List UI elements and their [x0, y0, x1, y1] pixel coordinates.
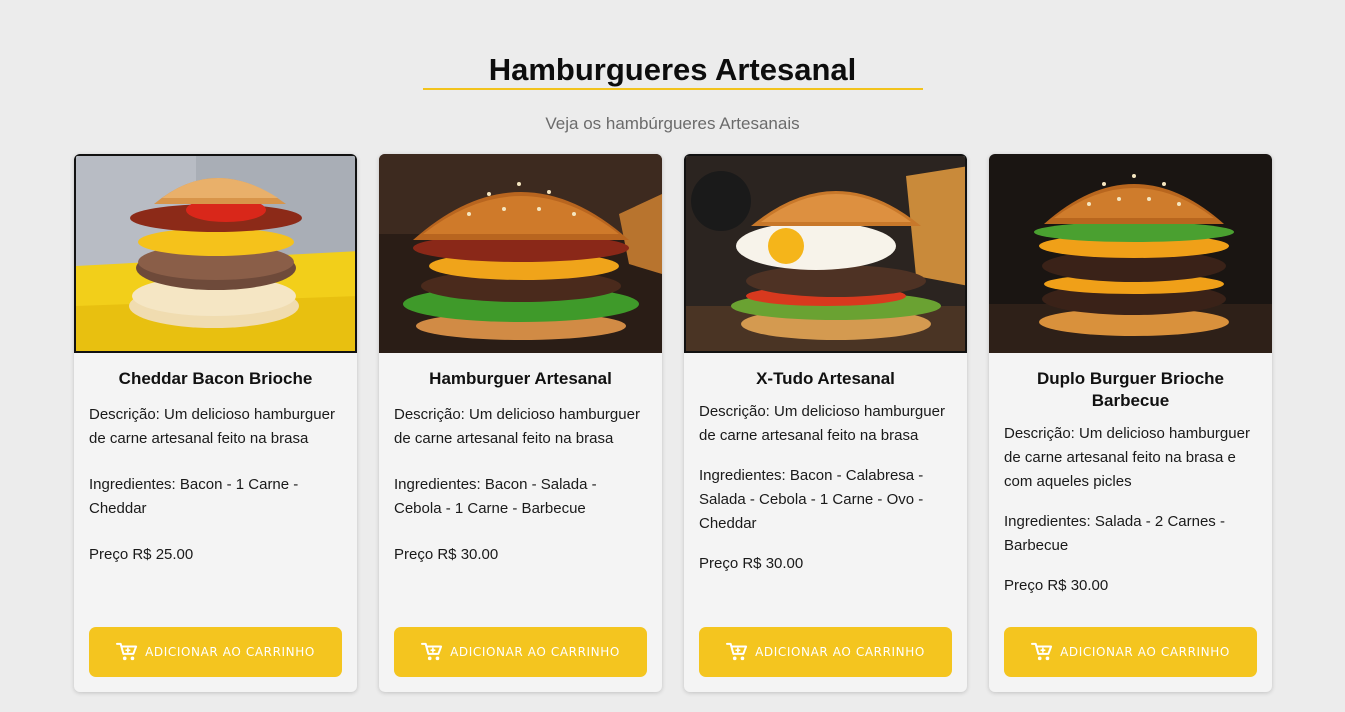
product-ingredients: Ingredientes: Bacon - Salada - Cebola - … — [394, 476, 597, 517]
product-price: Preço R$ 30.00 — [699, 555, 804, 572]
cart-icon — [1031, 642, 1053, 661]
product-image-cheddar-bacon-brioche — [74, 154, 357, 353]
product-card: Cheddar Bacon Brioche Descrição: Um deli… — [74, 154, 357, 692]
add-to-cart-label: ADICIONAR AO CARRINHO — [450, 645, 620, 659]
add-to-cart-button[interactable]: ADICIONAR AO CARRINHO — [699, 627, 952, 677]
page-subtitle: Veja os hambúrgueres Artesanais — [545, 114, 800, 133]
product-image-hamburguer-artesanal — [379, 154, 662, 353]
product-name: Hamburguer Artesanal — [429, 369, 612, 388]
product-card: Hamburguer Artesanal Descrição: Um delic… — [379, 154, 662, 692]
product-info: Cheddar Bacon Brioche Descrição: Um deli… — [89, 368, 342, 567]
product-ingredients: Ingredientes: Bacon - 1 Carne - Cheddar — [89, 476, 299, 517]
product-description: Descrição: Um delicioso hamburguer de ca… — [394, 406, 640, 447]
add-to-cart-button[interactable]: ADICIONAR AO CARRINHO — [394, 627, 647, 677]
product-image-duplo-burguer-brioche-barbecue — [989, 154, 1272, 353]
page: Hamburgueres Artesanal Veja os hambúrgue… — [0, 0, 1345, 712]
product-name: Duplo Burguer Brioche Barbecue — [1036, 369, 1224, 410]
product-info: X-Tudo Artesanal Descrição: Um delicioso… — [699, 368, 952, 576]
product-description: Descrição: Um delicioso hamburguer de ca… — [699, 403, 945, 444]
product-price: Preço R$ 30.00 — [394, 546, 499, 563]
product-image-x-tudo-artesanal — [684, 154, 967, 353]
add-to-cart-button[interactable]: ADICIONAR AO CARRINHO — [89, 627, 342, 677]
add-to-cart-label: ADICIONAR AO CARRINHO — [145, 645, 315, 659]
product-price: Preço R$ 30.00 — [1004, 577, 1109, 594]
add-to-cart-label: ADICIONAR AO CARRINHO — [1060, 645, 1230, 659]
cart-icon — [726, 642, 748, 661]
product-card: X-Tudo Artesanal Descrição: Um delicioso… — [684, 154, 967, 692]
title-underline — [423, 88, 923, 90]
product-grid: Cheddar Bacon Brioche Descrição: Um deli… — [74, 154, 1272, 693]
product-description: Descrição: Um delicioso hamburguer de ca… — [1004, 425, 1250, 490]
product-info: Duplo Burguer Brioche Barbecue Descrição… — [1004, 368, 1257, 598]
product-ingredients: Ingredientes: Bacon - Calabresa - Salada… — [699, 467, 924, 532]
cart-icon — [116, 642, 138, 661]
page-title: Hamburgueres Artesanal — [488, 52, 857, 87]
add-to-cart-label: ADICIONAR AO CARRINHO — [755, 645, 925, 659]
product-info: Hamburguer Artesanal Descrição: Um delic… — [394, 368, 647, 567]
product-price: Preço R$ 25.00 — [89, 546, 194, 563]
product-description: Descrição: Um delicioso hamburguer de ca… — [89, 406, 335, 447]
product-card: Duplo Burguer Brioche Barbecue Descrição… — [989, 154, 1272, 692]
product-name: Cheddar Bacon Brioche — [118, 369, 313, 388]
product-ingredients: Ingredientes: Salada - 2 Carnes - Barbec… — [1004, 513, 1225, 554]
product-name: X-Tudo Artesanal — [756, 369, 895, 388]
add-to-cart-button[interactable]: ADICIONAR AO CARRINHO — [1004, 627, 1257, 677]
cart-icon — [421, 642, 443, 661]
